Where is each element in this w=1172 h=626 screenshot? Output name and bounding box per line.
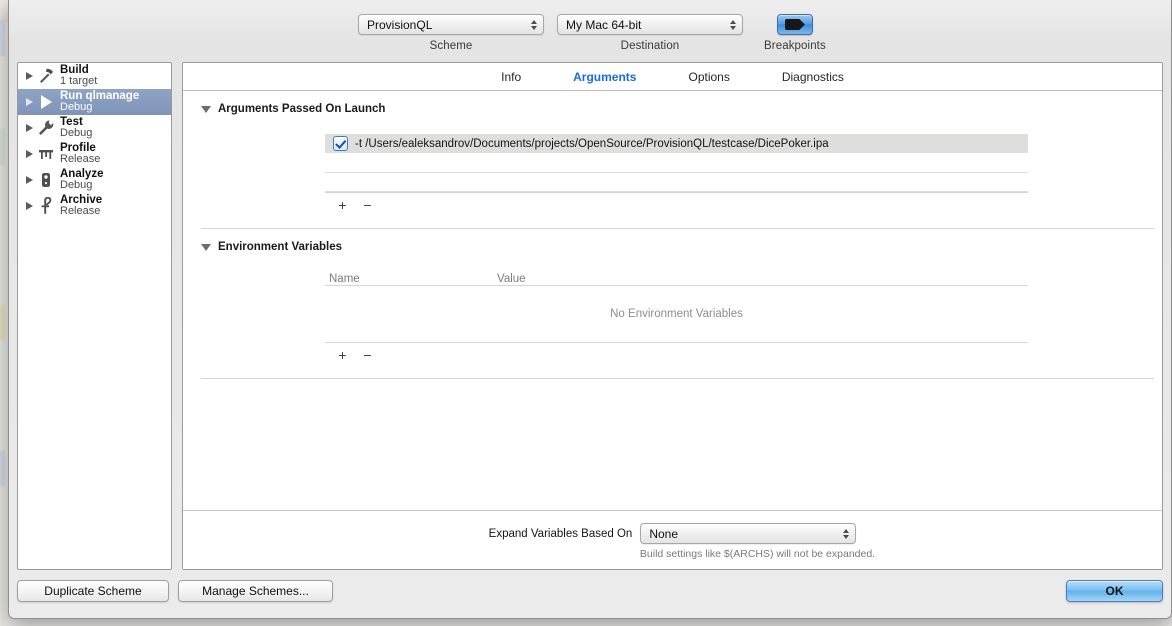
sidebar-item-subtitle: Debug [60, 127, 93, 140]
stepper-arrows-icon [843, 528, 850, 539]
environment-section-title: Environment Variables [218, 241, 342, 253]
editor-gutter-ribbon [0, 20, 5, 626]
scheme-actions-sidebar: Build 1 target Run qlmanage Debug Test Debug P… [17, 62, 172, 570]
arguments-pane: Arguments Passed On Launch -t /Users/eal… [183, 91, 1162, 569]
argument-enabled-checkbox[interactable] [333, 136, 348, 151]
expand-variables-bar: Expand Variables Based On None Build set… [183, 510, 1162, 569]
destination-caption: Destination [620, 40, 680, 52]
destination-popup-value: My Mac 64-bit [566, 17, 642, 32]
breakpoints-group: Breakpoints [764, 14, 826, 52]
sidebar-item-subtitle: Release [60, 205, 101, 218]
expand-variables-hint: Build settings like $(ARCHS) will not be… [639, 548, 876, 560]
scheme-toolbar: ProvisionQL Scheme My Mac 64-bit Destina… [9, 0, 1171, 62]
remove-argument-button[interactable]: − [362, 198, 373, 212]
scheme-selector-group: ProvisionQL Scheme [358, 14, 544, 52]
breakpoint-icon [784, 19, 805, 30]
disclosure-triangle-icon[interactable] [22, 124, 36, 132]
sidebar-item-subtitle: 1 target [60, 75, 98, 88]
environment-empty-message: No Environment Variables [325, 286, 1028, 343]
sheet-body: Build 1 target Run qlmanage Debug Test Debug P… [17, 62, 1163, 570]
disclosure-triangle-icon[interactable] [201, 105, 211, 113]
environment-table-controls: + − [325, 343, 1028, 366]
column-header-name: Name [329, 273, 360, 285]
table-row-empty [325, 173, 1028, 192]
table-row[interactable]: -t /Users/ealeksandrov/Documents/project… [325, 134, 1028, 153]
sidebar-item-run-qlmanage[interactable]: Run qlmanage Debug [18, 89, 171, 115]
arguments-table: -t /Users/ealeksandrov/Documents/project… [325, 134, 1028, 216]
sidebar-item-archive[interactable]: Archive Release [18, 193, 171, 219]
argument-text: -t /Users/ealeksandrov/Documents/project… [355, 137, 829, 150]
arguments-section-title: Arguments Passed On Launch [218, 103, 386, 115]
hammer-icon [36, 66, 56, 86]
detail-tabbar: Info Arguments Options Diagnostics [183, 63, 1162, 91]
wrench-icon [36, 118, 56, 138]
stepper-arrows-icon [730, 19, 736, 30]
duplicate-scheme-button[interactable]: Duplicate Scheme [17, 580, 169, 602]
environment-table-header: Name Value [325, 267, 1028, 286]
sidebar-item-test[interactable]: Test Debug [18, 115, 171, 141]
add-environment-variable-button[interactable]: + [337, 348, 348, 362]
tab-options[interactable]: Options [686, 70, 731, 84]
tab-info[interactable]: Info [499, 70, 523, 84]
stepper-arrows-icon [531, 19, 537, 30]
environment-table: Name Value No Environment Variables + − [325, 267, 1028, 366]
remove-environment-variable-button[interactable]: − [362, 348, 373, 362]
sidebar-item-analyze[interactable]: Analyze Debug [18, 167, 171, 193]
add-argument-button[interactable]: + [337, 198, 348, 212]
environment-section-header[interactable]: Environment Variables [183, 229, 1162, 253]
gauge-icon [36, 144, 56, 164]
disclosure-triangle-icon[interactable] [22, 150, 36, 158]
sidebar-item-subtitle: Release [60, 153, 101, 166]
ok-button[interactable]: OK [1066, 580, 1163, 602]
tab-diagnostics[interactable]: Diagnostics [780, 70, 846, 84]
breakpoints-caption: Breakpoints [764, 40, 826, 52]
scheme-popup-value: ProvisionQL [367, 17, 433, 32]
sheet-footer: Duplicate Scheme Manage Schemes... OK [9, 570, 1171, 618]
disclosure-triangle-icon[interactable] [22, 202, 36, 210]
scheme-editor-sheet: ProvisionQL Scheme My Mac 64-bit Destina… [8, 0, 1172, 619]
destination-selector-group: My Mac 64-bit Destination [557, 14, 743, 52]
play-icon [36, 92, 56, 112]
sidebar-item-profile[interactable]: Profile Release [18, 141, 171, 167]
table-row-empty [325, 153, 1028, 173]
sidebar-item-build[interactable]: Build 1 target [18, 63, 171, 89]
disclosure-triangle-icon[interactable] [22, 98, 36, 106]
manage-schemes-button[interactable]: Manage Schemes... [178, 580, 333, 602]
column-header-value: Value [497, 273, 526, 285]
scheme-detail-panel: Info Arguments Options Diagnostics Argument… [182, 62, 1163, 570]
expand-variables-row: Expand Variables Based On None [183, 511, 1162, 544]
disclosure-triangle-icon[interactable] [22, 176, 36, 184]
destination-popup-button[interactable]: My Mac 64-bit [557, 14, 743, 35]
expand-variables-value: None [649, 526, 678, 541]
arguments-section-header[interactable]: Arguments Passed On Launch [183, 91, 1162, 115]
tab-arguments[interactable]: Arguments [571, 70, 638, 84]
microscope-icon [36, 170, 56, 190]
sidebar-item-subtitle: Debug [60, 101, 93, 114]
arguments-table-controls: + − [325, 192, 1028, 216]
expand-variables-popup-button[interactable]: None [640, 523, 857, 544]
expand-variables-label: Expand Variables Based On [488, 527, 633, 540]
section-divider [201, 378, 1154, 379]
disclosure-triangle-icon[interactable] [22, 72, 36, 80]
breakpoints-toggle-button[interactable] [776, 14, 813, 35]
scheme-popup-button[interactable]: ProvisionQL [358, 14, 544, 35]
archive-icon [36, 196, 56, 216]
disclosure-triangle-icon[interactable] [201, 243, 211, 251]
scheme-caption: Scheme [429, 40, 473, 52]
sidebar-item-subtitle: Debug [60, 179, 93, 192]
